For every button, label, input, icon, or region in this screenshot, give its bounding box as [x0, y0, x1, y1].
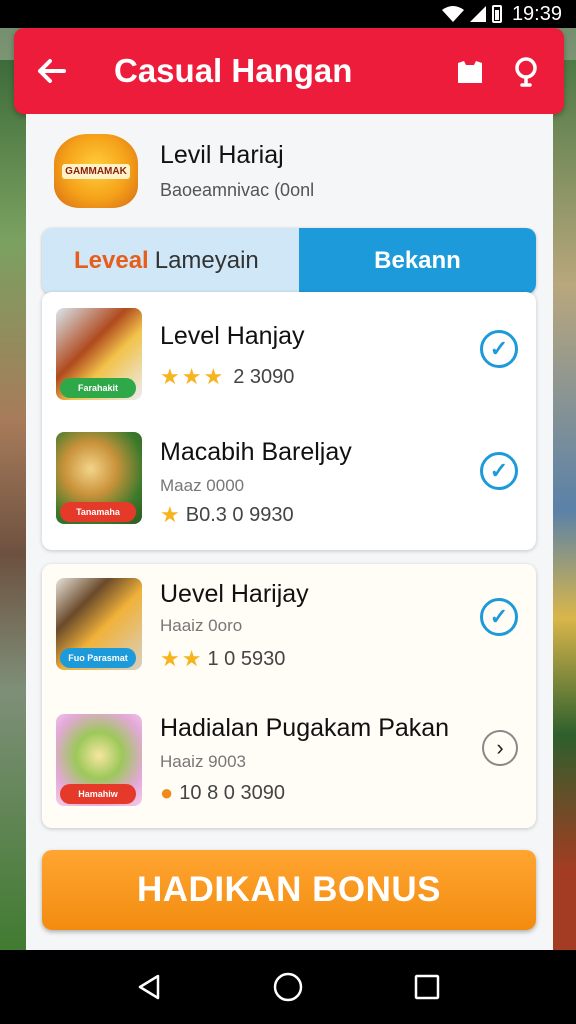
flame-icon: ●	[160, 780, 174, 805]
item-name: Uevel Harijay	[160, 580, 309, 608]
background-scenery-left	[0, 60, 28, 960]
tab-level-highlight: Leveal	[74, 247, 149, 274]
list-item[interactable]: Farahakit Level Hanjay ★ ★ ★ 2 3090 ✓	[42, 292, 536, 420]
search-button[interactable]	[508, 53, 544, 89]
star-icon: ★	[181, 646, 202, 671]
item-subtitle: Haaiz 0oro	[160, 616, 243, 635]
status-bar: 19:39	[0, 0, 576, 28]
item-rating: ● 10 8 0 3090	[160, 780, 285, 806]
item-group-1: Farahakit Level Hanjay ★ ★ ★ 2 3090 ✓ Ta…	[42, 292, 536, 550]
store-header: GAMMAMAK Levil Hariaj Baoeamnivac (0onl	[54, 134, 314, 208]
item-badge: Farahakit	[60, 378, 136, 398]
item-rating: ★ ★ ★ 2 3090	[160, 364, 294, 390]
item-rating: ★ ★ 1 0 5930	[160, 646, 285, 672]
item-badge: Hamahiw	[60, 784, 136, 804]
item-group-2: Fuo Parasmat Uevel Harijay Haaiz 0oro ★ …	[42, 564, 536, 828]
check-icon[interactable]: ✓	[480, 452, 518, 490]
item-rating-text: 10 8 0 3090	[179, 781, 285, 804]
list-item[interactable]: Fuo Parasmat Uevel Harijay Haaiz 0oro ★ …	[42, 564, 536, 692]
circle-home-icon	[273, 972, 303, 1002]
tab-bekann[interactable]: Bekann	[299, 228, 536, 294]
star-icon: ★	[160, 364, 180, 389]
star-icon: ★	[160, 502, 180, 527]
store-name: Levil Hariaj	[160, 141, 284, 169]
list-item[interactable]: Tanamaha Macabih Bareljay Maaz 0000 ★ B0…	[42, 420, 536, 548]
store-info: Levil Hariaj Baoeamnivac (0onl	[160, 141, 314, 201]
nav-recents-button[interactable]	[407, 967, 447, 1007]
item-name: Level Hanjay	[160, 322, 305, 350]
item-thumbnail-drinks: Fuo Parasmat	[56, 578, 142, 670]
tab-level[interactable]: Leveal Lameyain	[42, 228, 299, 294]
check-icon[interactable]: ✓	[480, 598, 518, 636]
item-name: Hadialan Pugakam Pakan	[160, 714, 450, 742]
background-scenery-right	[550, 60, 576, 960]
chevron-right-icon[interactable]: ›	[482, 730, 518, 766]
claim-bonus-button[interactable]: HADIKAN BONUS	[42, 850, 536, 930]
item-rating: ★ B0.3 0 9930	[160, 502, 294, 528]
item-thumbnail-fruit: Hamahiw	[56, 714, 142, 806]
tab-bar: Leveal Lameyain Bekann	[42, 228, 536, 294]
status-time: 19:39	[511, 2, 562, 25]
item-rating-text: 1 0 5930	[207, 647, 286, 670]
item-name: Macabih Bareljay	[160, 438, 352, 466]
navigation-bar	[0, 950, 576, 1024]
app-title: Casual Hangan	[114, 52, 353, 89]
square-recents-icon	[414, 974, 439, 1000]
battery-icon	[491, 5, 502, 23]
item-rating-text: 2 3090	[233, 365, 295, 388]
item-thumbnail-food: Tanamaha	[56, 432, 142, 524]
bag-button[interactable]	[452, 53, 488, 89]
nav-home-button[interactable]	[268, 967, 308, 1007]
check-icon[interactable]: ✓	[480, 330, 518, 368]
wifi-icon	[441, 6, 464, 22]
item-subtitle: Haaiz 9003	[160, 752, 247, 771]
tab-level-label: Lameyain	[154, 247, 259, 274]
item-thumbnail-drinks: Farahakit	[56, 308, 142, 400]
triangle-back-icon	[139, 974, 160, 1000]
item-subtitle: Maaz 0000	[160, 476, 245, 495]
status-icons	[441, 5, 502, 23]
store-subtitle: Baoeamnivac (0onl	[160, 180, 315, 200]
main-content: GAMMAMAK Levil Hariaj Baoeamnivac (0onl …	[26, 114, 553, 950]
item-rating-text: B0.3 0 9930	[185, 503, 294, 526]
item-badge: Tanamaha	[60, 502, 136, 522]
signal-icon	[469, 6, 486, 22]
store-logo-text: GAMMAMAK	[62, 163, 130, 179]
star-icon: ★	[181, 364, 202, 389]
bag-icon	[458, 61, 482, 83]
store-logo: GAMMAMAK	[54, 134, 138, 208]
search-icon	[515, 57, 537, 87]
app-bar: Casual Hangan	[14, 28, 564, 114]
back-arrow-icon[interactable]	[34, 53, 70, 89]
list-item[interactable]: Hamahiw Hadialan Pugakam Pakan Haaiz 900…	[42, 692, 536, 820]
item-badge: Fuo Parasmat	[60, 648, 136, 668]
nav-back-button[interactable]	[129, 967, 169, 1007]
star-icon: ★	[160, 646, 180, 671]
star-icon: ★	[203, 364, 224, 389]
